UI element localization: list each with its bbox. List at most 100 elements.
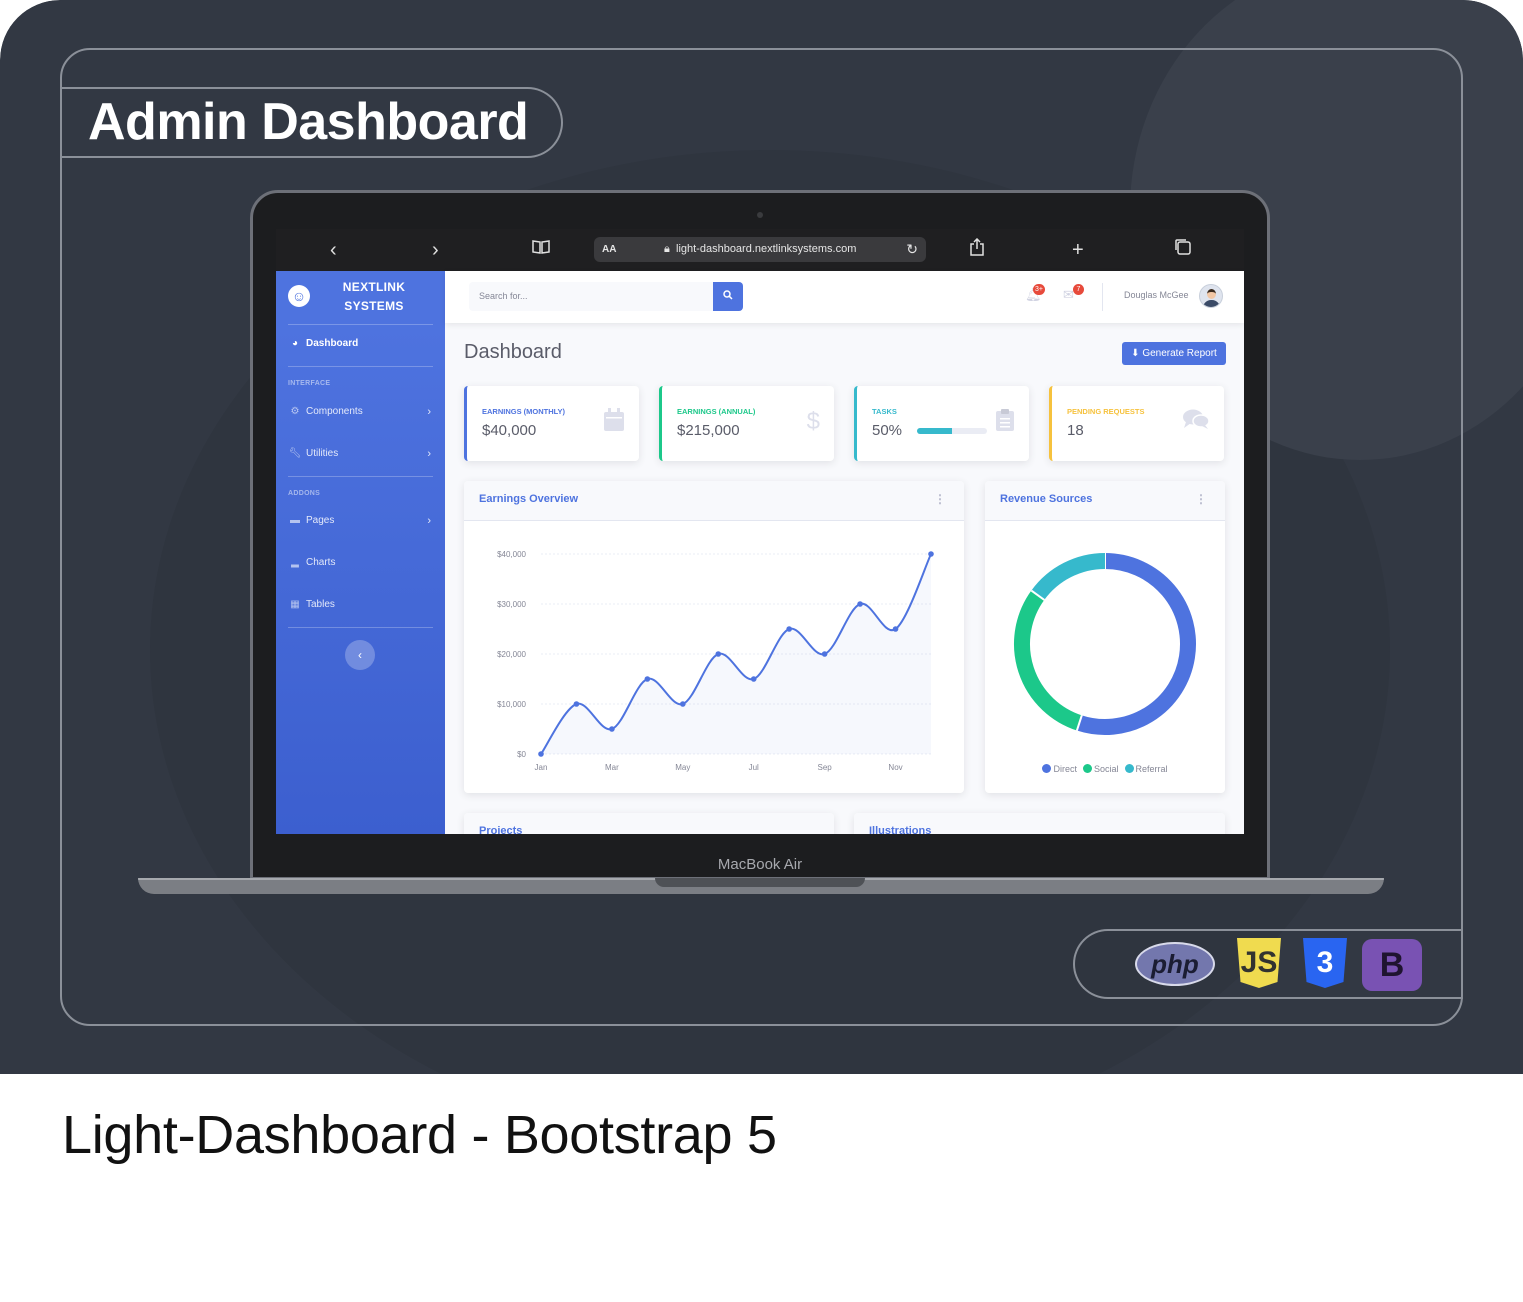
stat-value: $215,000 — [677, 422, 740, 439]
sidebar-divider — [288, 476, 433, 477]
legend-item[interactable]: Social — [1082, 764, 1119, 774]
data-point — [644, 676, 651, 682]
sidebar-divider — [288, 366, 433, 367]
comments-icon — [1182, 408, 1210, 437]
address-bar[interactable]: AA 🔒︎ light-dashboard.nextlinksystems.co… — [594, 237, 926, 262]
x-tick-label: Mar — [605, 763, 619, 772]
stat-card-earnings-monthly: Earnings (Monthly) $40,000 — [464, 386, 639, 461]
sidebar: ☺ NEXTLINK SYSTEMS ◕ Dashboard INTERFACE… — [276, 271, 445, 834]
earnings-area-chart: $0 $10,000 $20,000 $30,000 $40,000 Jan Mar May J… — [497, 550, 934, 772]
brand-name: NEXTLINK SYSTEMS — [334, 278, 414, 316]
revenue-sources-panel: Revenue Sources ⋮ Direct Social Referral — [985, 481, 1225, 793]
stat-value: 18 — [1067, 422, 1084, 439]
sidebar-item-utilities[interactable]: 🔧︎ Utilities › — [288, 444, 433, 464]
data-point — [786, 626, 792, 632]
hero-banner: Admin Dashboard MacBook Air ‹ › AA 🔒︎ li… — [0, 0, 1523, 1074]
stat-label: Earnings (Monthly) — [482, 407, 566, 416]
stat-label: Earnings (Annual) — [677, 407, 756, 416]
earnings-overview-panel: Earnings Overview ⋮ $0 $10,000 $20,000 $30,… — [464, 481, 964, 793]
sidebar-item-components[interactable]: ⚙ Components › — [288, 402, 433, 422]
data-point — [715, 651, 722, 657]
brand-line-2: SYSTEMS — [344, 299, 404, 313]
chevron-right-icon: › — [427, 406, 431, 418]
sidebar-heading-interface: INTERFACE — [288, 380, 331, 387]
page-title: Dashboard — [464, 341, 562, 363]
legend-marker — [1124, 764, 1134, 773]
user-name[interactable]: Douglas McGee — [1124, 290, 1189, 300]
forward-icon[interactable]: › — [432, 237, 439, 263]
generate-report-button[interactable]: ⬇ Generate Report — [1122, 342, 1226, 365]
reader-button[interactable]: AA — [602, 237, 616, 262]
stat-label: Tasks — [872, 407, 897, 416]
chevron-left-icon: ‹ — [358, 648, 362, 662]
data-point — [857, 601, 863, 607]
sidebar-item-dashboard[interactable]: ◕ Dashboard — [288, 334, 433, 354]
tachometer-icon: ◕ — [291, 338, 299, 349]
data-point — [750, 676, 757, 682]
legend-item[interactable]: Direct — [1042, 764, 1077, 774]
bookmarks-icon[interactable] — [532, 237, 550, 263]
browser-toolbar: ‹ › AA 🔒︎ light-dashboard.nextlinksystem… — [276, 229, 1244, 271]
css3-logo: 3 — [1303, 938, 1347, 988]
clipboard-icon — [995, 408, 1015, 439]
topbar: Search for... 🔔︎ 3+ ✉ 7 Douglas McGee — [445, 271, 1244, 323]
projects-panel: Projects — [464, 813, 834, 834]
sidebar-item-tables[interactable]: ▦ Tables — [288, 595, 433, 615]
brand[interactable]: ☺ NEXTLINK SYSTEMS — [276, 271, 445, 323]
share-icon[interactable] — [969, 237, 985, 263]
data-point — [928, 551, 934, 557]
chevron-right-icon: › — [427, 515, 431, 527]
sidebar-toggle-button[interactable]: ‹ — [345, 640, 375, 670]
legend-item[interactable]: Referral — [1124, 764, 1168, 774]
calendar-icon — [603, 408, 625, 439]
search-icon — [723, 290, 733, 300]
new-tab-icon[interactable]: + — [1072, 237, 1084, 263]
stat-card-pending-requests: Pending Requests 18 — [1049, 386, 1224, 461]
brand-logo-icon: ☺ — [288, 285, 310, 307]
tabs-icon[interactable] — [1174, 237, 1192, 263]
laptop-screen: ‹ › AA 🔒︎ light-dashboard.nextlinksystem… — [276, 229, 1244, 834]
wrench-icon: 🔧︎ — [288, 448, 302, 459]
back-icon[interactable]: ‹ — [330, 237, 337, 263]
sidebar-item-label: Pages — [306, 515, 335, 526]
url-text: light-dashboard.nextlinksystems.com — [676, 243, 857, 255]
x-tick-label: May — [675, 763, 690, 772]
reload-icon[interactable]: ↻ — [906, 237, 918, 262]
footer-title: Light-Dashboard - Bootstrap 5 — [62, 1105, 777, 1165]
y-tick-label: $10,000 — [497, 700, 526, 709]
revenue-donut-chart — [1014, 553, 1196, 735]
donut-slice — [1014, 590, 1083, 731]
panel-title: Projects — [479, 825, 523, 834]
messages-badge: 7 — [1073, 284, 1084, 295]
js-logo: JS — [1237, 938, 1281, 988]
x-tick-label: Nov — [888, 763, 902, 772]
sidebar-item-pages[interactable]: ▬ Pages › — [288, 511, 433, 531]
stat-label: Pending Requests — [1067, 407, 1145, 416]
search-input[interactable]: Search for... — [479, 282, 528, 311]
legend-label: Referral — [1135, 764, 1168, 774]
sidebar-item-label: Tables — [306, 599, 335, 610]
avatar[interactable] — [1199, 284, 1223, 308]
stat-value: $40,000 — [482, 422, 537, 439]
illustrations-panel: Illustrations — [854, 813, 1225, 834]
banner-title: Admin Dashboard — [88, 93, 529, 151]
y-tick-label: $0 — [517, 750, 526, 759]
stat-value: 50% — [872, 422, 903, 439]
stat-card-tasks: Tasks 50% — [854, 386, 1029, 461]
device-label: MacBook Air — [717, 856, 803, 873]
panel-title: Illustrations — [869, 825, 932, 834]
data-point — [892, 626, 899, 632]
promo-card: Admin Dashboard MacBook Air ‹ › AA 🔒︎ li… — [0, 0, 1523, 1302]
data-point — [538, 751, 544, 757]
sidebar-item-charts[interactable]: ▂ Charts — [288, 553, 433, 573]
chart-icon: ▂ — [291, 557, 299, 568]
brand-line-1: NEXTLINK — [342, 280, 406, 294]
sidebar-item-label: Dashboard — [306, 338, 359, 349]
donut-slice — [1076, 553, 1196, 735]
alerts-badge: 3+ — [1033, 284, 1045, 295]
search-button[interactable] — [713, 282, 743, 311]
data-point — [609, 726, 615, 732]
search-form: Search for... — [469, 282, 743, 311]
chevron-right-icon: › — [427, 448, 431, 460]
sidebar-heading-addons: ADDONS — [288, 490, 321, 497]
